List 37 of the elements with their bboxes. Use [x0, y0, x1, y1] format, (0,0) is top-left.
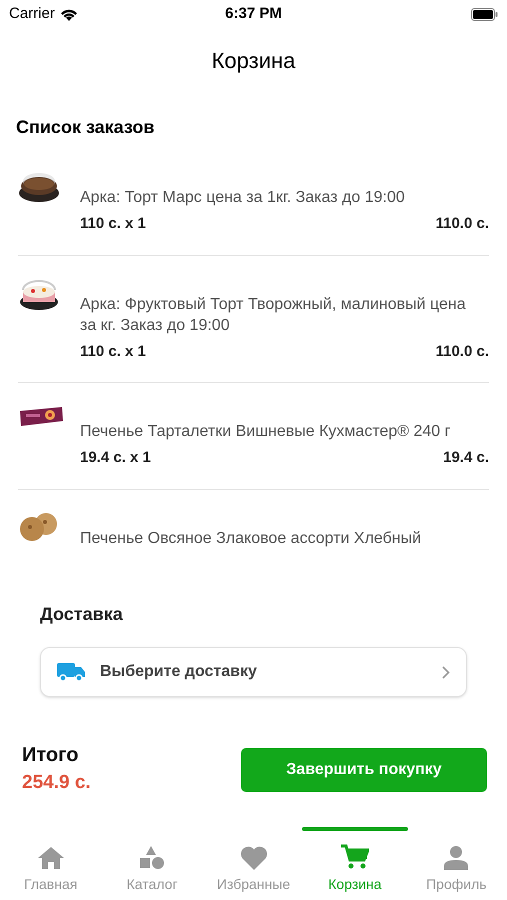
time-label: 6:37 PM	[225, 4, 282, 24]
line-total: 19.4 с.	[443, 448, 489, 468]
line-total: 110.0 с.	[436, 214, 489, 234]
unit-price: 110 с. x 1	[80, 214, 146, 234]
delivery-selector[interactable]: Выберите доставку	[40, 647, 467, 697]
product-name: Печенье Тарталетки Вишневые Кухмастер® 240 г	[80, 422, 452, 442]
section-heading: Доставка	[40, 603, 124, 626]
product-name: Арка: Торт Марс цена за 1кг. Заказ до 19:00	[80, 188, 406, 208]
product-image	[18, 171, 60, 205]
truck-icon	[57, 662, 86, 682]
product-image	[18, 405, 64, 429]
cart-icon	[340, 844, 369, 870]
product-name: Печенье Овсяное Злаковое ассорти Хлебный	[80, 528, 422, 548]
tab-bar-item[interactable]: Каталог	[101, 830, 203, 900]
battery-icon	[470, 8, 498, 20]
total-label: Итого	[22, 743, 80, 767]
screen-title: Корзина	[212, 46, 296, 75]
tab-bar-item[interactable]: Корзина	[304, 830, 406, 900]
checkout-button[interactable]: Завершить покупку	[241, 748, 487, 792]
heart-icon	[240, 846, 268, 870]
person-icon	[444, 846, 468, 870]
shapes-icon	[139, 846, 166, 870]
tab-bar-item[interactable]: Профиль	[406, 830, 507, 900]
carrier-label: Carrier	[9, 4, 55, 24]
total-amount: 254.9 с.	[22, 771, 91, 795]
tab-bar-item[interactable]: Избранные	[202, 830, 304, 900]
unit-price: 110 с. x 1	[80, 342, 146, 362]
wifi-icon	[60, 8, 78, 20]
product-image	[18, 512, 60, 542]
unit-price: 19.4 с. x 1	[80, 448, 151, 468]
home-icon	[38, 846, 64, 870]
section-heading: Список заказов	[16, 116, 156, 139]
line-total: 110.0 с.	[436, 342, 489, 362]
product-name: Арка: Фруктовый Торт Творожный, малиновый цена за кг. Заказ до 19:00	[80, 294, 467, 336]
tab-bar-item[interactable]: Главная	[0, 830, 102, 900]
product-image	[18, 278, 60, 312]
chevron-icon	[442, 666, 450, 678]
